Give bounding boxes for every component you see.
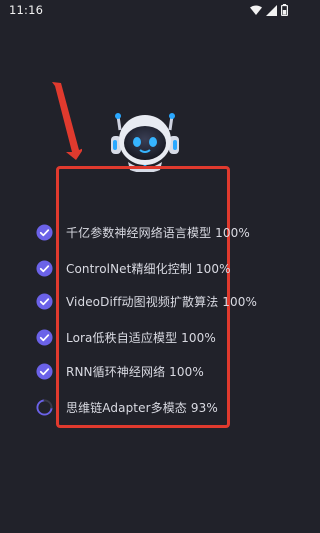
task-label: VideoDiff动图视频扩散算法	[66, 294, 219, 309]
task-percent: 100%	[215, 225, 250, 240]
task-item: 思维链Adapter多模态 93%	[36, 397, 218, 417]
robot-mascot-icon	[111, 113, 179, 172]
check-circle-icon	[36, 362, 53, 380]
task-item: ControlNet精细化控制 100%	[36, 258, 231, 278]
check-circle-icon	[36, 223, 53, 241]
task-percent: 100%	[222, 294, 257, 309]
wifi-icon	[250, 5, 262, 15]
task-item: VideoDiff动图视频扩散算法 100%	[36, 291, 257, 311]
task-label: ControlNet精细化控制	[66, 261, 192, 276]
task-item: Lora低秩自适应模型 100%	[36, 327, 216, 347]
task-label: 千亿参数神经网络语言模型	[66, 225, 212, 240]
status-bar: 11:16	[0, 0, 300, 22]
task-percent: 93%	[190, 400, 218, 415]
check-circle-icon	[36, 328, 53, 346]
status-time: 11:16	[9, 3, 44, 17]
task-item: 千亿参数神经网络语言模型 100%	[36, 222, 250, 242]
task-label: Lora低秩自适应模型	[66, 330, 178, 345]
task-percent: 100%	[181, 330, 216, 345]
signal-icon	[266, 4, 277, 16]
task-item: RNN循环神经网络 100%	[36, 361, 204, 381]
pointer-arrow-icon	[52, 82, 82, 160]
check-circle-icon	[36, 292, 53, 310]
task-percent: 100%	[169, 364, 204, 379]
check-circle-icon	[36, 259, 53, 277]
battery-icon	[281, 4, 288, 16]
task-label: 思维链Adapter多模态	[66, 400, 187, 415]
task-percent: 100%	[195, 261, 231, 276]
loading-spinner-icon	[36, 398, 53, 415]
task-label: RNN循环神经网络	[66, 364, 166, 379]
system-icons	[250, 4, 288, 16]
